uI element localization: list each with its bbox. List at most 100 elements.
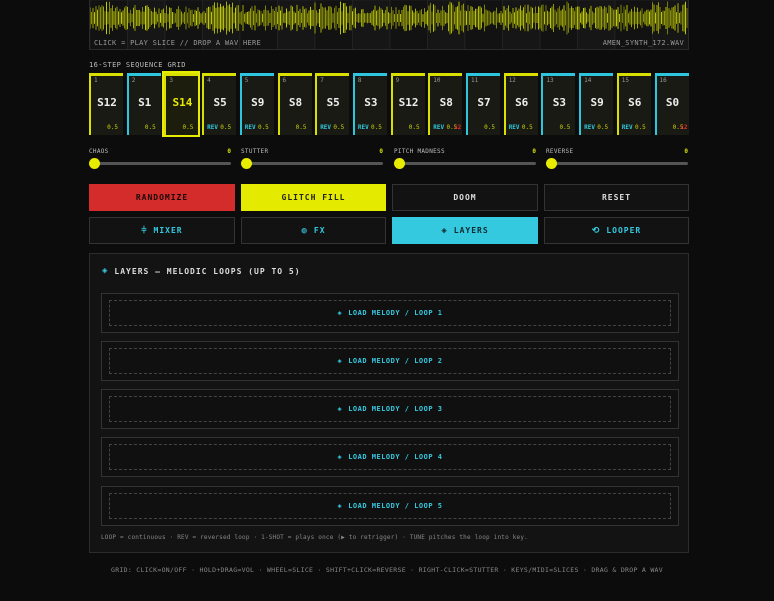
step-number: 11 [471, 77, 479, 84]
loop-dropzone[interactable]: ◈ LOAD MELODY / LOOP 4 [109, 444, 671, 470]
step-slice: S12 [97, 96, 117, 109]
loop-load-label: LOAD MELODY / LOOP 3 [348, 405, 443, 413]
step-volume: 0.5 [182, 124, 194, 131]
step-16[interactable]: 16 S0 0.5 x2 [654, 73, 689, 135]
step-number: 12 [508, 77, 516, 84]
slider-label: STUTTER [241, 148, 269, 155]
step-number: 9 [395, 77, 400, 84]
layers-icon: ◈ [337, 405, 343, 413]
step-slice: S9 [251, 96, 265, 109]
step-volume: 0.5 [257, 124, 269, 131]
loop-slot-3[interactable]: ◈ LOAD MELODY / LOOP 3 [101, 389, 679, 429]
layers-help-note: LOOP = continuous · REV = reversed loop … [101, 534, 528, 541]
layers-icon: ◈ [102, 266, 109, 276]
step-10[interactable]: 10 S8 REV 0.5 x2 [428, 73, 463, 135]
waveform-filename: AMEN_SYNTH_172.WAV [602, 39, 684, 47]
reverse-slider[interactable]: REVERSE 0 [546, 148, 688, 170]
step-number: 1 [94, 77, 98, 84]
step-4[interactable]: 4 S5 REV 0.5 [202, 73, 237, 135]
slider-track[interactable] [550, 162, 688, 165]
step-number: 2 [131, 77, 136, 84]
step-12[interactable]: 12 S6 REV 0.5 [503, 73, 538, 135]
step-reverse: REV [621, 124, 633, 131]
step-slice: S12 [398, 96, 419, 109]
step-2[interactable]: 2 S1 0.5 [126, 73, 161, 135]
step-number: 14 [584, 77, 592, 84]
step-7[interactable]: 7 S5 REV 0.5 [315, 73, 350, 135]
pitch-madness-slider[interactable]: PITCH MADNESS 0 [394, 148, 536, 170]
step-slice: S7 [477, 96, 491, 109]
step-volume: 0.5 [295, 124, 307, 131]
loop-load-label: LOAD MELODY / LOOP 4 [348, 453, 443, 461]
slider-thumb[interactable] [89, 158, 100, 169]
tab-label: LOOPER [606, 226, 642, 235]
step-14[interactable]: 14 S9 REV 0.5 [579, 73, 614, 135]
randomize-button[interactable]: RANDOMIZE [89, 184, 235, 211]
tab-fx[interactable]: ◍ FX [241, 217, 386, 244]
loop-dropzone[interactable]: ◈ LOAD MELODY / LOOP 3 [109, 396, 671, 422]
layers-icon: ◈ [337, 309, 343, 317]
step-number: 13 [546, 77, 554, 84]
slider-thumb[interactable] [394, 158, 405, 169]
step-slice: S8 [439, 96, 453, 109]
step-slice: S6 [515, 96, 529, 109]
loop-dropzone[interactable]: ◈ LOAD MELODY / LOOP 2 [109, 348, 671, 374]
step-number: 16 [659, 77, 667, 84]
loop-dropzone[interactable]: ◈ LOAD MELODY / LOOP 1 [109, 300, 671, 326]
step-5[interactable]: 5 S9 REV 0.5 [239, 73, 274, 135]
fx-icon: ◍ [301, 225, 308, 236]
loop-load-label: LOAD MELODY / LOOP 5 [348, 502, 443, 510]
step-volume: 0.5 [597, 124, 609, 131]
chaos-slider[interactable]: CHAOS 0 [89, 148, 231, 170]
tab-looper[interactable]: ⟲ LOOPER [544, 217, 689, 244]
layers-icon: ◈ [337, 453, 343, 461]
step-number: 7 [320, 77, 324, 84]
step-slice: S5 [326, 96, 340, 109]
slider-track[interactable] [245, 162, 383, 165]
step-1[interactable]: 1 S12 0.5 [89, 73, 123, 135]
loop-slot-2[interactable]: ◈ LOAD MELODY / LOOP 2 [101, 341, 679, 381]
tab-label: LAYERS [453, 226, 489, 235]
waveform-display[interactable]: CLICK = PLAY SLICE // DROP A WAV HERE AM… [89, 0, 689, 50]
step-volume: 0.5 [559, 124, 571, 131]
panel-title-text: LAYERS — MELODIC LOOPS (UP TO 5) [114, 266, 301, 276]
step-15[interactable]: 15 S6 REV 0.5 [616, 73, 651, 135]
step-stutter: x2 [680, 124, 688, 131]
step-slice: S3 [364, 96, 378, 109]
step-13[interactable]: 13 S3 0.5 [541, 73, 576, 135]
step-6[interactable]: 6 S8 0.5 [277, 73, 312, 135]
stutter-slider[interactable]: STUTTER 0 [241, 148, 383, 170]
step-volume: 0.5 [220, 124, 232, 131]
sequence-grid: 1 S12 0.5 2 S1 0.5 3 S14 0.5 4 S5 REV 0.5 5 S9 REV 0… [89, 71, 689, 137]
step-9[interactable]: 9 S12 0.5 [390, 73, 425, 135]
tab-layers[interactable]: ◈ LAYERS [392, 217, 538, 244]
loop-dropzone[interactable]: ◈ LOAD MELODY / LOOP 5 [109, 493, 671, 519]
tab-label: FX [313, 226, 326, 235]
loop-slot-4[interactable]: ◈ LOAD MELODY / LOOP 4 [101, 437, 679, 477]
step-8[interactable]: 8 S3 REV 0.5 [352, 73, 387, 135]
tab-mixer[interactable]: ⫩ MIXER [89, 217, 235, 244]
glitch-fill-button[interactable]: GLITCH FILL [241, 184, 386, 211]
step-slice: S1 [138, 96, 152, 109]
step-slice: S0 [665, 96, 680, 109]
doom-button[interactable]: DOOM [392, 184, 538, 211]
waveform-hint: CLICK = PLAY SLICE // DROP A WAV HERE [94, 39, 262, 47]
slider-track[interactable] [398, 162, 536, 165]
step-reverse: REV [244, 124, 256, 131]
step-3[interactable]: 3 S14 0.5 [162, 71, 201, 137]
layers-icon: ◈ [441, 225, 448, 236]
loop-slot-5[interactable]: ◈ LOAD MELODY / LOOP 5 [101, 486, 679, 526]
reset-button[interactable]: RESET [544, 184, 689, 211]
tab-label: MIXER [153, 226, 183, 235]
slider-label: REVERSE [546, 148, 574, 155]
step-reverse: REV [320, 124, 332, 131]
slider-thumb[interactable] [546, 158, 557, 169]
slider-track[interactable] [93, 162, 231, 165]
loop-slot-1[interactable]: ◈ LOAD MELODY / LOOP 1 [101, 293, 679, 333]
loop-load-label: LOAD MELODY / LOOP 2 [348, 357, 443, 365]
step-reverse: REV [433, 124, 445, 131]
step-volume: 0.5 [371, 124, 382, 131]
slider-thumb[interactable] [241, 158, 252, 169]
step-11[interactable]: 11 S7 0.5 [466, 73, 500, 135]
slider-value: 0 [227, 148, 231, 155]
